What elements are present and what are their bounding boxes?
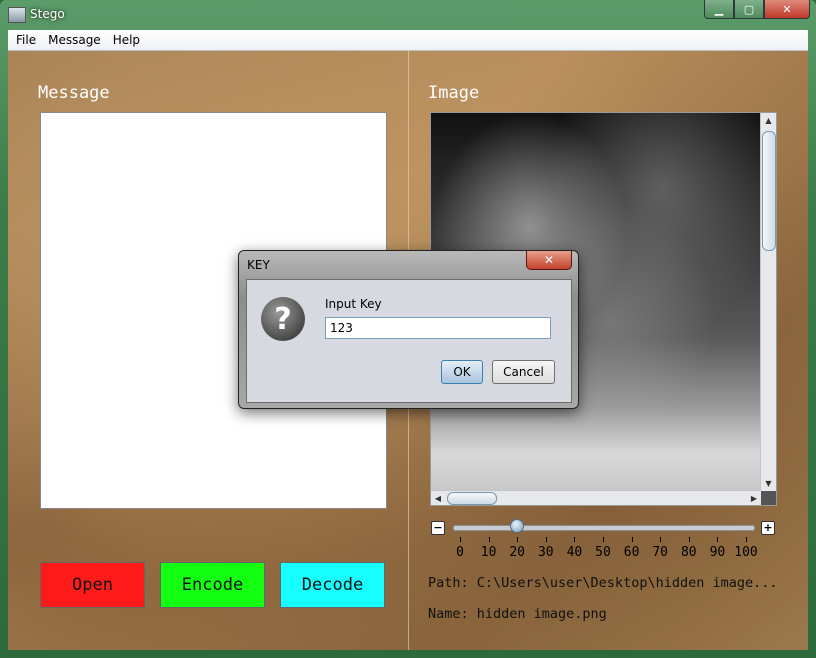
zoom-tick-mark: [603, 537, 604, 542]
dialog-title: KEY: [247, 258, 270, 272]
zoom-tick-mark: [631, 537, 633, 542]
zoom-tick-label: 60: [623, 545, 640, 560]
menu-message[interactable]: Message: [44, 33, 105, 47]
zoom-tick-label: 80: [680, 545, 697, 560]
zoom-out-button[interactable]: −: [431, 521, 445, 535]
menu-help[interactable]: Help: [109, 33, 144, 47]
encode-button[interactable]: Encode: [160, 562, 265, 608]
open-button[interactable]: Open: [40, 562, 145, 608]
zoom-tick-label: 100: [734, 545, 758, 560]
image-label: Image: [428, 83, 480, 103]
zoom-tick-label: 10: [480, 545, 497, 560]
zoom-tick-label: 0: [456, 545, 464, 560]
scroll-up-icon[interactable]: ▲: [761, 113, 776, 128]
window-controls: ▁ ▢ ✕: [704, 0, 810, 20]
zoom-in-button[interactable]: +: [761, 521, 775, 535]
zoom-tick-label: 40: [566, 545, 583, 560]
key-input[interactable]: 123: [325, 317, 551, 339]
cancel-button[interactable]: Cancel: [492, 360, 555, 384]
message-label: Message: [38, 83, 110, 103]
picture-icon: [8, 7, 26, 23]
horizontal-scroll-thumb[interactable]: [447, 492, 497, 505]
window-title: Stego: [30, 7, 65, 21]
zoom-tick-mark: [574, 537, 576, 542]
input-key-label: Input Key: [325, 297, 382, 311]
decode-button[interactable]: Decode: [280, 562, 385, 608]
zoom-tick-mark: [545, 537, 547, 542]
title-bar[interactable]: Stego ▁ ▢ ✕: [0, 0, 816, 30]
key-dialog: KEY ✕ ? Input Key 123 OK Cancel: [238, 250, 579, 409]
zoom-slider[interactable]: [453, 525, 755, 531]
scroll-left-icon[interactable]: ◀: [431, 491, 445, 505]
minimize-icon[interactable]: ▁: [704, 0, 734, 19]
path-text: Path: C:\Users\user\Desktop\hidden image…: [428, 575, 778, 591]
question-icon: ?: [261, 297, 305, 341]
zoom-tick-mark: [717, 537, 719, 542]
zoom-tick-label: 70: [652, 545, 669, 560]
zoom-tick-mark: [488, 537, 490, 542]
ok-button[interactable]: OK: [441, 360, 483, 384]
zoom-tick-mark: [460, 537, 461, 542]
menu-bar: File Message Help: [8, 30, 808, 51]
dialog-close-icon[interactable]: ✕: [526, 251, 572, 270]
horizontal-scrollbar[interactable]: ◀ ▶: [431, 490, 761, 505]
zoom-tick-label: 20: [509, 545, 526, 560]
zoom-tick-mark: [660, 537, 662, 542]
vertical-scroll-thumb[interactable]: [762, 131, 776, 251]
menu-file[interactable]: File: [12, 33, 40, 47]
scroll-down-icon[interactable]: ▼: [761, 476, 776, 491]
zoom-tick-mark: [746, 537, 747, 542]
zoom-tick-mark: [517, 537, 519, 542]
name-text: Name: hidden image.png: [428, 606, 607, 622]
maximize-icon[interactable]: ▢: [734, 0, 764, 19]
vertical-scrollbar[interactable]: ▲ ▼: [760, 113, 776, 491]
scroll-right-icon[interactable]: ▶: [747, 491, 761, 505]
dialog-body: ? Input Key 123 OK Cancel: [246, 279, 572, 403]
zoom-tick-label: 30: [537, 545, 554, 560]
zoom-tick-label: 90: [709, 545, 726, 560]
zoom-tick-mark: [688, 537, 690, 542]
close-icon[interactable]: ✕: [764, 0, 810, 19]
zoom-tick-label: 50: [595, 545, 611, 560]
